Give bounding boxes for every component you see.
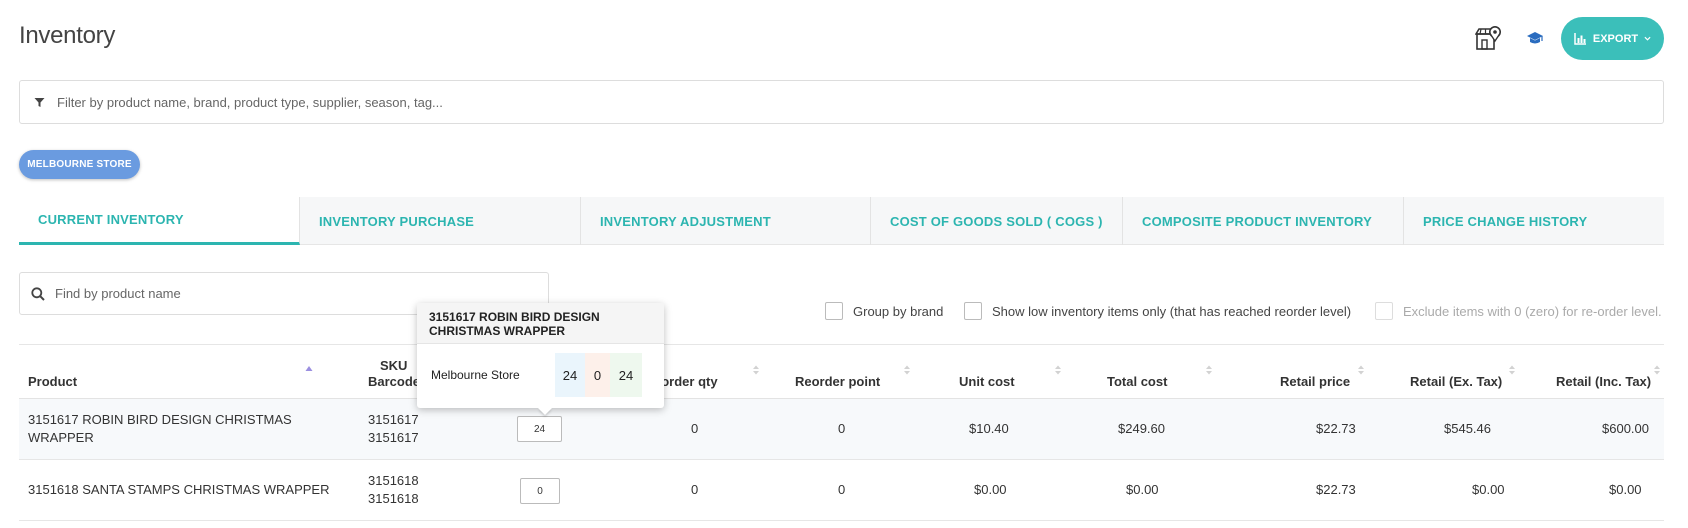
tooltip-on-hand: 24 (555, 353, 585, 397)
sort-both-icon[interactable] (1653, 364, 1661, 376)
sort-both-icon[interactable] (752, 364, 760, 376)
reorder-point-value: 0 (838, 482, 846, 497)
col-unit-cost[interactable]: Unit cost (959, 374, 1015, 389)
retail-inc-value: $0.00 (1609, 482, 1642, 497)
sort-asc-icon[interactable] (305, 364, 313, 376)
table-row[interactable]: 3151618 SANTA STAMPS CHRISTMAS WRAPPER 3… (19, 460, 1664, 521)
filter-input[interactable] (57, 94, 1663, 110)
tab-current-inventory[interactable]: CURRENT INVENTORY (19, 197, 300, 245)
tab-inventory-purchase[interactable]: INVENTORY PURCHASE (300, 197, 581, 245)
col-reorder-point[interactable]: Reorder point (795, 374, 880, 389)
retail-inc-value: $600.00 (1602, 421, 1649, 436)
show-low-label: Show low inventory items only (that has … (992, 303, 1352, 319)
sku-value: 3151618 (368, 473, 419, 488)
barcode-value: 3151617 (368, 430, 419, 445)
qty-box[interactable]: 0 (520, 478, 560, 504)
retail-ex-value: $545.46 (1444, 421, 1491, 436)
col-retail-inc-tax[interactable]: Retail (Inc. Tax) (1556, 374, 1651, 389)
tooltip-committed: 0 (585, 353, 610, 397)
store-chip-melbourne[interactable]: MELBOURNE STORE (19, 150, 140, 179)
export-button[interactable]: EXPORT (1561, 17, 1664, 60)
product-name: 3151617 ROBIN BIRD DESIGN CHRISTMAS (28, 412, 292, 427)
graduation-cap-icon[interactable] (1526, 29, 1544, 47)
col-product[interactable]: Product (28, 374, 77, 389)
unit-cost-value: $0.00 (974, 482, 1007, 497)
store-location-icon[interactable] (1475, 25, 1501, 51)
sort-both-icon[interactable] (1054, 364, 1062, 376)
chevron-down-icon (1644, 36, 1651, 41)
tooltip-title-line1: 3151617 ROBIN BIRD DESIGN (429, 310, 600, 324)
table-header: Product SKU Barcode eorder qty Reorder p… (19, 344, 1664, 399)
exclude-zero-checkbox[interactable] (1375, 302, 1393, 320)
col-sku[interactable]: SKU (380, 358, 407, 373)
sort-both-icon[interactable] (1357, 364, 1365, 376)
filter-bar (19, 80, 1664, 124)
product-search-input[interactable] (55, 286, 548, 301)
sort-both-icon[interactable] (903, 364, 911, 376)
group-by-brand-checkbox[interactable] (825, 302, 843, 320)
total-cost-value: $249.60 (1118, 421, 1165, 436)
reorder-qty-value: 0 (691, 421, 699, 436)
sku-value: 3151617 (368, 412, 419, 427)
sort-both-icon[interactable] (1508, 364, 1516, 376)
search-icon (31, 286, 45, 301)
bar-chart-icon (1574, 33, 1586, 45)
barcode-value: 3151618 (368, 491, 419, 506)
product-name: 3151618 SANTA STAMPS CHRISTMAS WRAPPER (28, 482, 330, 497)
product-name-cont: WRAPPER (28, 430, 94, 445)
tooltip-title-line2: CHRISTMAS WRAPPER (429, 324, 566, 338)
col-retail-price[interactable]: Retail price (1280, 374, 1350, 389)
tab-price-change-history[interactable]: PRICE CHANGE HISTORY (1404, 197, 1664, 245)
retail-ex-value: $0.00 (1472, 482, 1505, 497)
filter-icon (34, 97, 45, 107)
tooltip-store-name: Melbourne Store (431, 368, 520, 382)
tab-inventory-adjustment[interactable]: INVENTORY ADJUSTMENT (581, 197, 871, 245)
tooltip-title: 3151617 ROBIN BIRD DESIGN CHRISTMAS WRAP… (417, 303, 664, 344)
page-title: Inventory (19, 22, 116, 49)
exclude-zero-label: Exclude items with 0 (zero) for re-order… (1403, 303, 1662, 319)
retail-price-value: $22.73 (1316, 482, 1356, 497)
tooltip-arrow (538, 408, 552, 415)
tab-composite-product-inventory[interactable]: COMPOSITE PRODUCT INVENTORY (1123, 197, 1404, 245)
stock-tooltip: 3151617 ROBIN BIRD DESIGN CHRISTMAS WRAP… (417, 303, 664, 415)
table-row[interactable]: 3151617 ROBIN BIRD DESIGN CHRISTMAS WRAP… (19, 399, 1664, 460)
exclude-zero-option[interactable]: Exclude items with 0 (zero) for re-order… (1375, 302, 1662, 320)
retail-price-value: $22.73 (1316, 421, 1356, 436)
show-low-option[interactable]: Show low inventory items only (that has … (964, 302, 1351, 320)
tooltip-available: 24 (610, 353, 642, 397)
col-barcode[interactable]: Barcode (368, 374, 420, 389)
tooltip-store-row: Melbourne Store 24 0 24 (429, 353, 644, 397)
inventory-tabs: CURRENT INVENTORY INVENTORY PURCHASE INV… (19, 197, 1664, 245)
unit-cost-value: $10.40 (969, 421, 1009, 436)
export-label: EXPORT (1592, 32, 1639, 45)
reorder-qty-value: 0 (691, 482, 699, 497)
tab-cogs[interactable]: COST OF GOODS SOLD ( COGS ) (871, 197, 1123, 245)
group-by-brand-label: Group by brand (853, 303, 944, 319)
sort-both-icon[interactable] (1205, 364, 1213, 376)
col-total-cost[interactable]: Total cost (1107, 374, 1167, 389)
col-retail-ex-tax[interactable]: Retail (Ex. Tax) (1410, 374, 1502, 389)
total-cost-value: $0.00 (1126, 482, 1159, 497)
show-low-checkbox[interactable] (964, 302, 982, 320)
group-by-brand-option[interactable]: Group by brand (825, 302, 943, 320)
qty-box[interactable]: 24 (517, 416, 562, 442)
reorder-point-value: 0 (838, 421, 846, 436)
